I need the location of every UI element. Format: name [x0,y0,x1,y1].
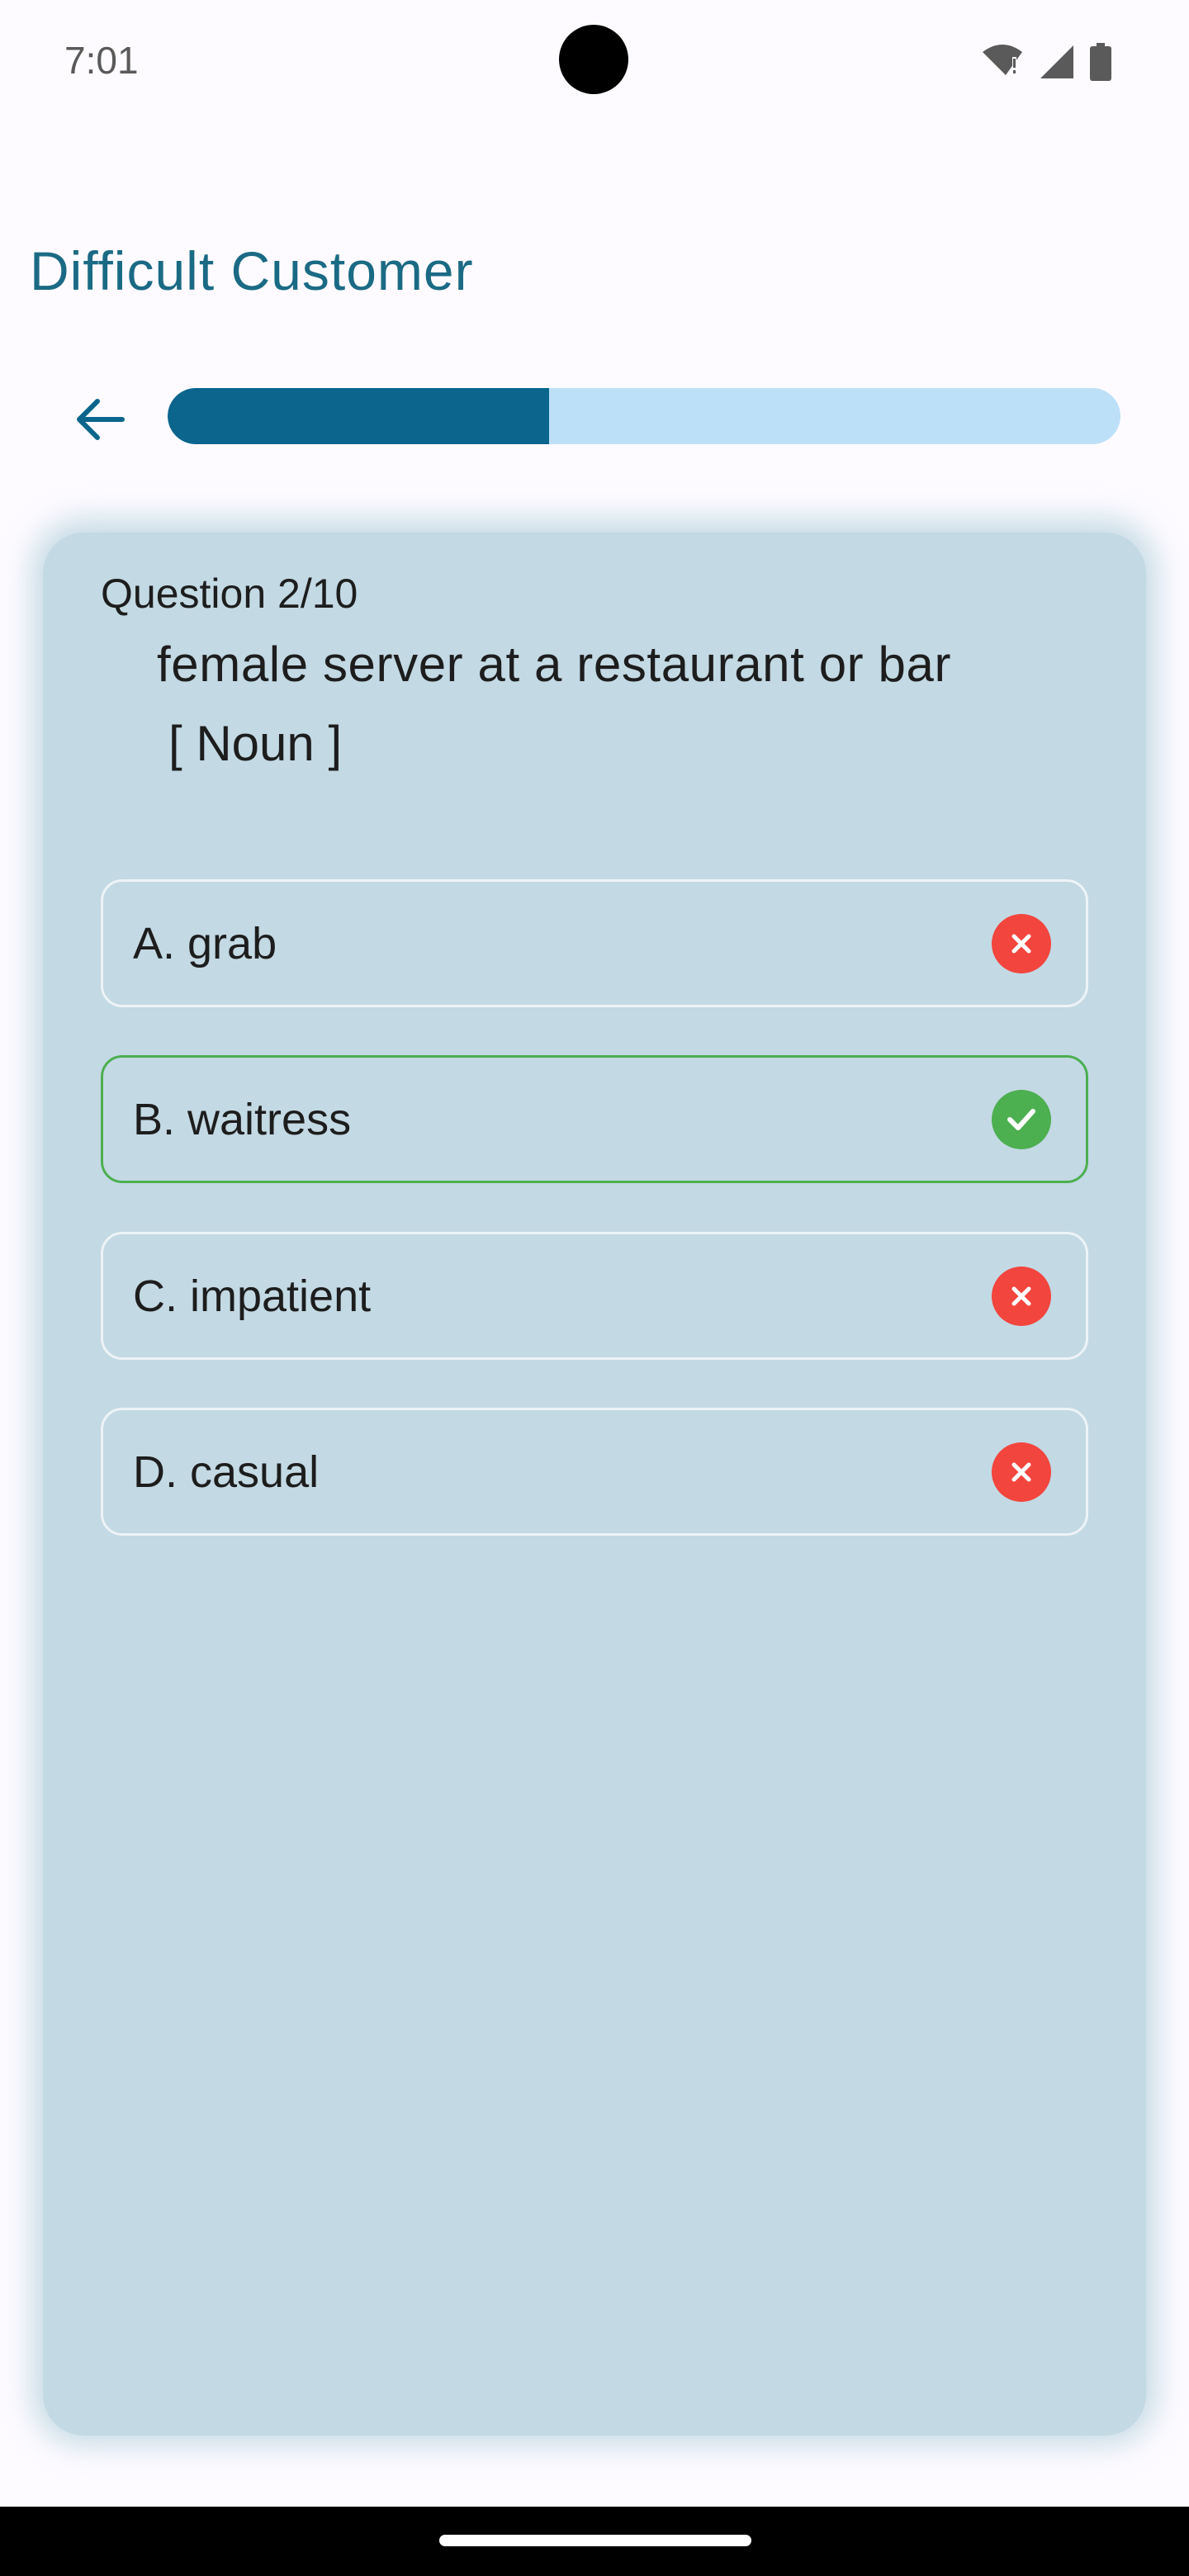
option-label: D. casual [133,1447,320,1497]
battery-icon [1090,43,1111,81]
status-time: 7:01 [64,39,139,82]
signal-icon [1039,44,1075,80]
option-label: C. impatient [133,1271,372,1321]
close-icon [992,913,1051,973]
wifi-alert-icon [981,44,1024,80]
camera-cutout [559,25,628,94]
home-gesture-handle[interactable] [439,2535,751,2546]
question-text: female server at a restaurant or bar [157,637,952,692]
option-a[interactable]: A. grab [101,879,1088,1007]
option-b[interactable]: B. waitress [101,1055,1088,1183]
part-of-speech: [ Noun ] [168,716,343,771]
option-label: A. grab [133,918,277,968]
option-d[interactable]: D. casual [101,1408,1088,1536]
arrow-left-icon [77,399,125,440]
progress-bar [168,388,1120,444]
close-icon [992,1442,1051,1502]
back-button[interactable] [59,380,139,459]
page-title: Difficult Customer [30,240,474,301]
question-counter: Question 2/10 [101,571,358,617]
status-bar: 7:01 [0,0,1189,124]
option-c[interactable]: C. impatient [101,1232,1088,1360]
progress-fill [168,388,549,444]
screen: 7:01 Difficult Customer Question 2/10 fe… [0,0,1189,2576]
option-label: B. waitress [133,1094,352,1144]
close-icon [992,1266,1051,1326]
check-icon [992,1089,1051,1149]
status-icons [981,43,1111,81]
